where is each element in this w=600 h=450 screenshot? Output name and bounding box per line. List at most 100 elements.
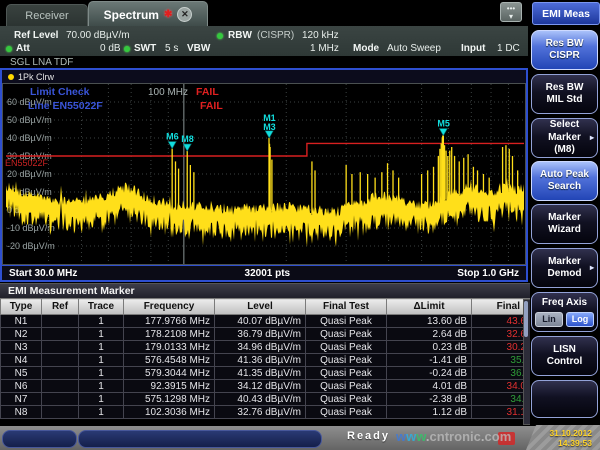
onscreen-keyboard-icon[interactable]: •••▾ <box>500 2 522 22</box>
cell-limit: 1.12 dB <box>387 406 472 419</box>
cell-limit: 0.23 dB <box>387 341 472 354</box>
cell-limit: -0.24 dB <box>387 367 472 380</box>
spectrum-plot-svg[interactable]: 60 dBµV/m50 dBµV/m40 dBµV/m30 dBµV/m20 d… <box>2 83 526 265</box>
time-value: 14:39:53 <box>558 438 592 448</box>
softkey-res-bw-mil-std-label: Res BW <box>546 82 584 95</box>
cell-finaltest: Quasi Peak <box>306 380 387 393</box>
status-line: SGL LNA TDF <box>10 57 73 68</box>
swt-value[interactable]: 5 s <box>165 43 178 54</box>
cell-ref <box>42 393 79 406</box>
cell-finaltest: Quasi Peak <box>306 406 387 419</box>
y-axis-tick-label: 20 dBµV/m <box>7 169 52 179</box>
cell-type: N5 <box>1 367 42 380</box>
cell-trace: 1 <box>79 354 124 367</box>
cell-limit: 2.64 dB <box>387 328 472 341</box>
unsaved-changes-icon: ✱ <box>164 9 172 20</box>
marker-m8-icon <box>183 144 191 151</box>
cell-frequency: 102.3036 MHz <box>124 406 215 419</box>
cell-frequency: 576.4548 MHz <box>124 354 215 367</box>
softkey-auto-peak-search[interactable]: Auto PeakSearch <box>531 161 598 201</box>
rbw-label: RBW <box>228 30 252 41</box>
cell-level: 34.12 dBµV/m <box>215 380 306 393</box>
table-row[interactable]: N51579.3044 MHz41.35 dBµV/mQuasi Peak-0.… <box>1 367 579 380</box>
submenu-arrow-icon: ▸ <box>590 133 594 143</box>
cell-finaltest: Quasi Peak <box>306 341 387 354</box>
stop-frequency[interactable]: Stop 1.0 GHz <box>457 268 519 279</box>
limit-line-label: Line EN55022F <box>28 100 103 112</box>
cell-limit: 13.60 dB <box>387 315 472 328</box>
table-row[interactable]: N6192.3915 MHz34.12 dBµV/mQuasi Peak4.01… <box>1 380 579 393</box>
softkey-res-bw-cispr-label: Res BW <box>546 38 584 51</box>
softkey-menu-title: EMI Meas <box>532 2 600 25</box>
watermark-text: www.cntronic.com <box>396 429 511 444</box>
cell-frequency: 177.9766 MHz <box>124 315 215 328</box>
softkey-marker-wizard[interactable]: MarkerWizard <box>531 204 598 244</box>
cell-ref <box>42 328 79 341</box>
table-row[interactable]: N71575.1298 MHz40.43 dBµV/mQuasi Peak-2.… <box>1 393 579 406</box>
cell-type: N7 <box>1 393 42 406</box>
cell-frequency: 579.3044 MHz <box>124 367 215 380</box>
softkey-freq-axis-label: Freq Axis <box>542 297 587 310</box>
input-value[interactable]: 1 DC <box>497 43 520 54</box>
y-axis-tick-label: 40 dBµV/m <box>7 133 52 143</box>
spectrum-plot[interactable]: 60 dBµV/m50 dBµV/m40 dBµV/m30 dBµV/m20 d… <box>2 83 526 265</box>
mode-value[interactable]: Auto Sweep <box>387 43 441 54</box>
cell-type: N6 <box>1 380 42 393</box>
table-row[interactable]: N21178.2108 MHz36.79 dBµV/mQuasi Peak2.6… <box>1 328 579 341</box>
column-header-type: Type <box>1 299 42 315</box>
status-bar: Ready www.cntronic.com 31.10.2012 14:39:… <box>0 426 600 450</box>
cell-finaltest: Quasi Peak <box>306 328 387 341</box>
limit-line-name: EN55022F <box>5 158 49 168</box>
vbw-label: VBW <box>187 43 210 54</box>
table-row[interactable]: N41576.4548 MHz41.36 dBµV/mQuasi Peak-1.… <box>1 354 579 367</box>
cell-ref <box>42 367 79 380</box>
tab-spectrum[interactable]: Spectrum ✱ ✕ <box>88 1 208 27</box>
column-header-level: Level <box>215 299 306 315</box>
marker-m3-label: M3 <box>263 122 276 132</box>
softkey-res-bw-mil-std[interactable]: Res BWMIL Std <box>531 74 598 114</box>
column-header-limit: ΔLimit <box>387 299 472 315</box>
softkey-select-marker[interactable]: SelectMarker(M8)▸ <box>531 118 598 158</box>
table-row[interactable]: N11177.9766 MHz40.07 dBµV/mQuasi Peak13.… <box>1 315 579 328</box>
cell-limit: 4.01 dB <box>387 380 472 393</box>
softkey-empty[interactable] <box>531 380 598 418</box>
softkey-res-bw-cispr-label: CISPR <box>549 50 580 63</box>
marker-m5-label: M5 <box>437 119 450 129</box>
vbw-value[interactable]: 1 MHz <box>310 43 339 54</box>
submenu-arrow-icon: ▸ <box>590 263 594 273</box>
freq-axis-lin-toggle[interactable]: Lin <box>535 312 563 327</box>
marker-m5-icon <box>439 129 447 136</box>
att-value[interactable]: 0 dB <box>100 43 121 54</box>
close-tab-icon[interactable]: ✕ <box>177 7 192 22</box>
tab-receiver-label: Receiver <box>25 10 68 22</box>
table-row[interactable]: N31179.0133 MHz34.96 dBµV/mQuasi Peak0.2… <box>1 341 579 354</box>
softkey-select-marker-label: Marker <box>548 132 581 145</box>
freq-axis-log-toggle[interactable]: Log <box>566 312 594 327</box>
softkey-select-marker-label: Select <box>550 119 579 132</box>
softkey-lisn-control[interactable]: LISNControl <box>531 336 598 376</box>
limit-check-result: FAIL <box>196 86 219 98</box>
cell-ref <box>42 380 79 393</box>
tab-receiver[interactable]: Receiver <box>6 4 88 27</box>
marker-m8-label: M8 <box>181 134 194 144</box>
swt-led-icon <box>124 46 130 52</box>
rbw-value[interactable]: 120 kHz <box>302 30 339 41</box>
cell-frequency: 92.3915 MHz <box>124 380 215 393</box>
softkey-marker-demod[interactable]: MarkerDemod▸ <box>531 248 598 288</box>
softkey-auto-peak-search-label: Auto Peak <box>540 169 589 182</box>
softkey-marker-demod-label: Marker <box>548 256 581 269</box>
softkey-sidebar: EMI Meas Res BWCISPRRes BWMIL StdSelectM… <box>530 0 600 426</box>
cell-type: N2 <box>1 328 42 341</box>
rbw-led-icon <box>217 33 223 39</box>
softkey-res-bw-cispr[interactable]: Res BWCISPR <box>531 30 598 70</box>
start-frequency[interactable]: Start 30.0 MHz <box>9 268 77 279</box>
table-row[interactable]: N81102.3036 MHz32.76 dBµV/mQuasi Peak1.1… <box>1 406 579 419</box>
ref-level-value[interactable]: 70.00 dBµV/m <box>66 30 130 41</box>
table-scrollbar-thumb[interactable] <box>524 301 528 337</box>
cell-ref <box>42 341 79 354</box>
marker-m1-icon <box>265 131 273 138</box>
softkey-freq-axis[interactable]: Freq Axis LinLog <box>531 292 598 332</box>
cell-level: 40.43 dBµV/m <box>215 393 306 406</box>
trace1-label[interactable]: 1Pk Clrw <box>18 72 54 82</box>
softkey-lisn-control-label: Control <box>547 356 583 369</box>
